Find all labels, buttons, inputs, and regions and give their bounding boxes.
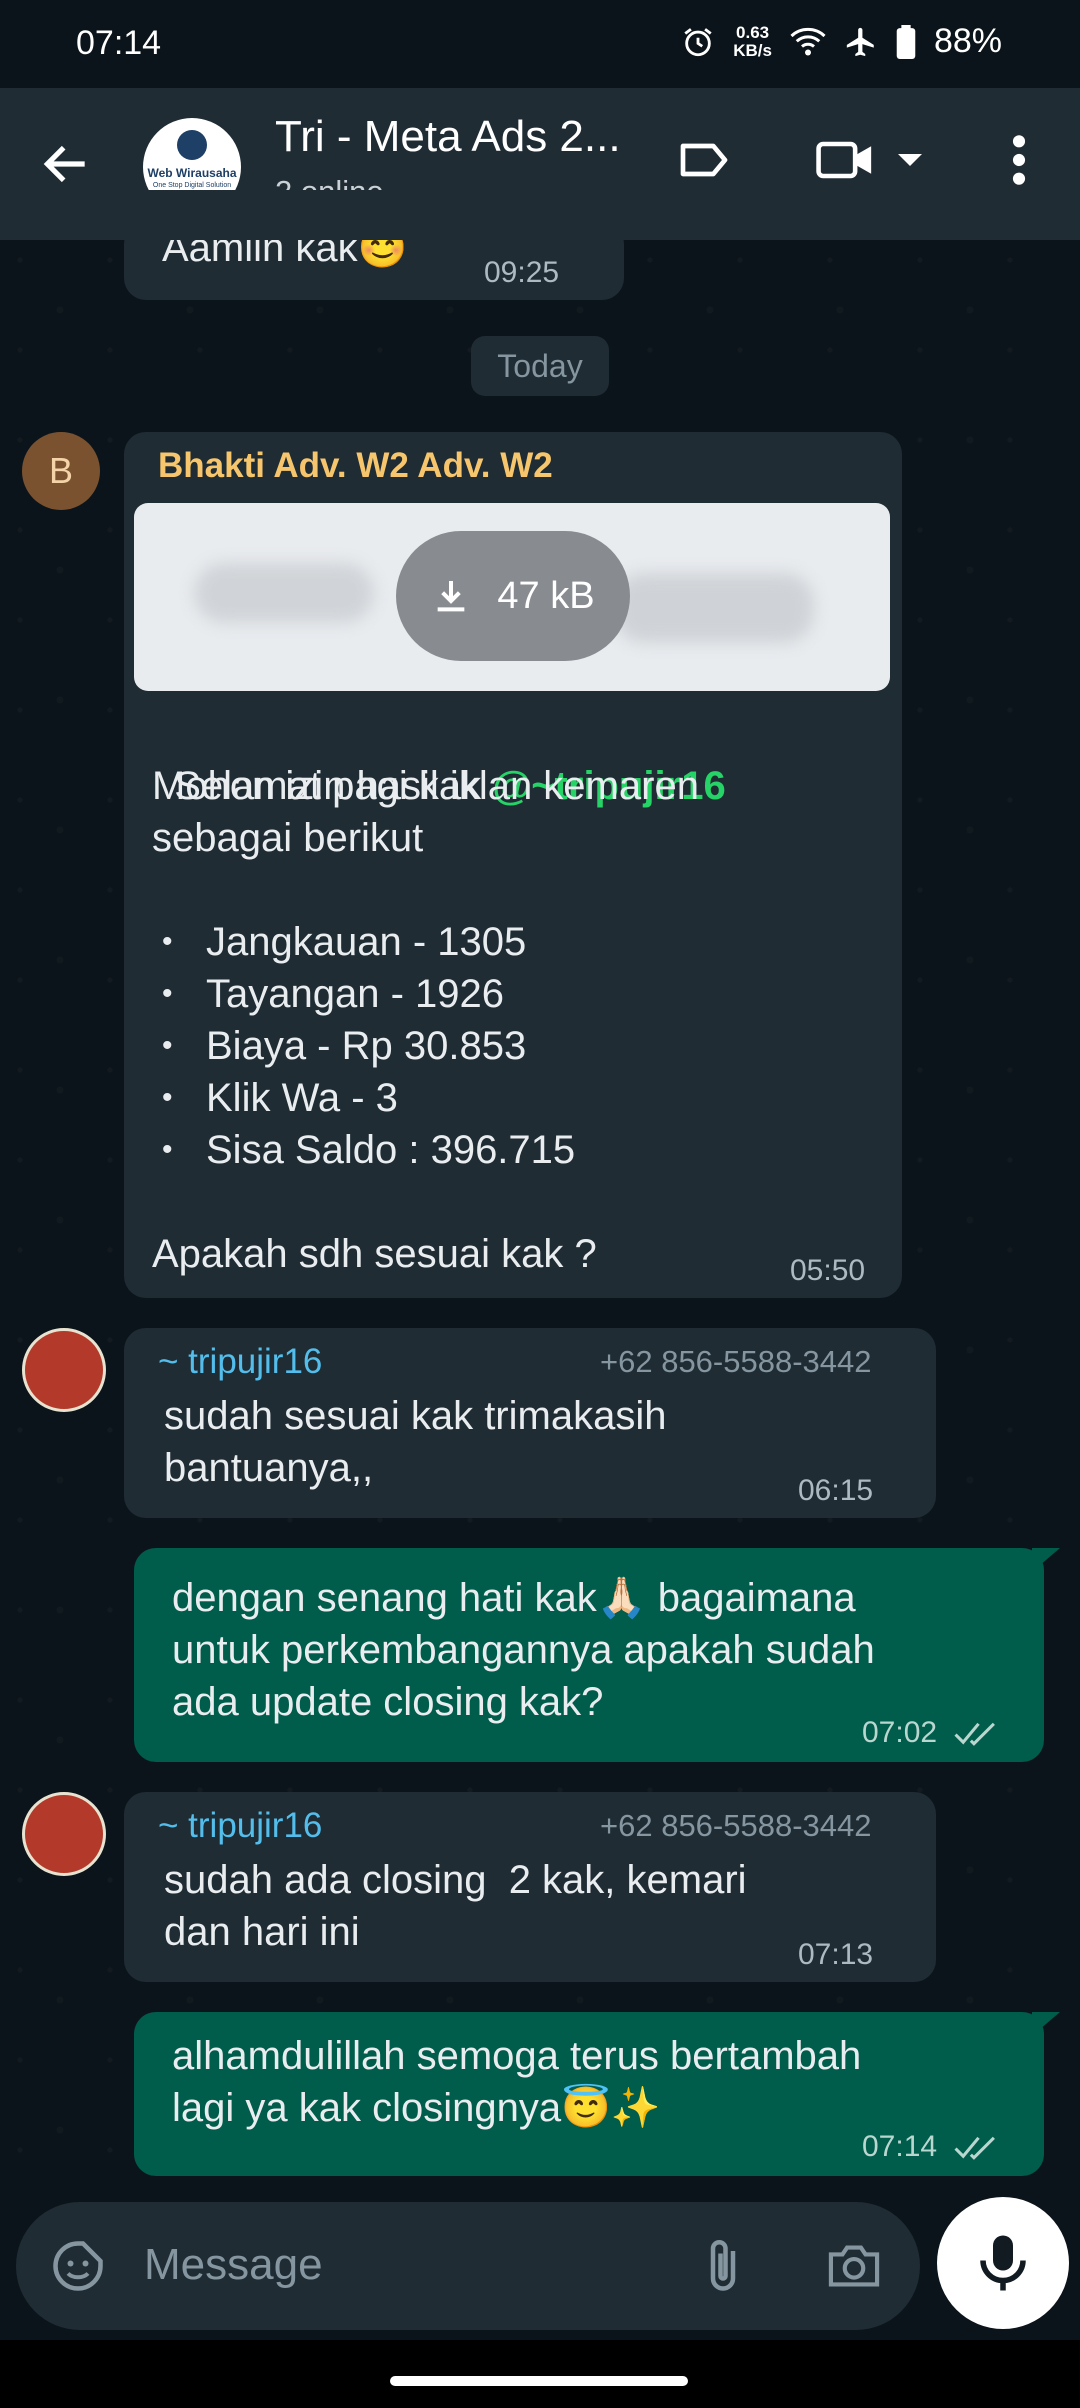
list-item: Biaya - Rp 30.853 <box>152 1020 852 1072</box>
emoji-sticker-icon[interactable] <box>48 2236 108 2296</box>
microphone-icon <box>980 2235 1026 2291</box>
message-text: sudah sesuai kak trimakasih bantuanya,, <box>164 1394 667 1490</box>
sender-phone: +62 856-5588-3442 <box>600 1344 872 1379</box>
message-text: Mohon izin hasil iklan kemaren sebagai b… <box>152 764 699 860</box>
sender-phone: +62 856-5588-3442 <box>600 1808 872 1843</box>
message-bubble[interactable]: dengan senang hati kak🙏🏻 bagaimana untuk… <box>134 1548 1044 1762</box>
message-time: 07:13 <box>798 1938 874 1971</box>
list-item: Sisa Saldo : 396.715 <box>152 1124 852 1176</box>
list-item: Klik Wa - 3 <box>152 1072 852 1124</box>
sender-name[interactable]: ~ tripujir16 <box>158 1806 322 1846</box>
message-time: 07:02 <box>862 1716 938 1749</box>
message-bubble[interactable]: ~ tripujir16 +62 856-5588-3442 sudah ada… <box>124 1792 936 1982</box>
list-item: Jangkauan - 1305 <box>152 916 852 968</box>
system-nav-bar <box>0 2340 1080 2408</box>
video-call-icon[interactable] <box>814 132 878 188</box>
sender-name[interactable]: Bhakti Adv. W2 Adv. W2 <box>158 446 553 486</box>
download-icon <box>438 581 465 612</box>
back-arrow-icon[interactable] <box>38 136 94 192</box>
sender-name[interactable]: ~ tripujir16 <box>158 1342 322 1382</box>
sender-avatar[interactable] <box>22 1328 106 1412</box>
sender-avatar[interactable]: B <box>22 432 100 510</box>
download-button[interactable]: 47 kB <box>396 531 630 661</box>
home-gesture-handle[interactable] <box>390 2376 688 2386</box>
header-bottom <box>0 190 1080 240</box>
sender-avatar[interactable] <box>22 1792 106 1876</box>
read-receipt-icon <box>954 2136 995 2160</box>
message-text: alhamdulillah semoga terus bertambah lag… <box>172 2034 862 2130</box>
message-text: Apakah sdh sesuai kak ? <box>152 1232 597 1276</box>
more-options-icon[interactable] <box>1004 132 1034 188</box>
bullet-list: Jangkauan - 1305 Tayangan - 1926 Biaya -… <box>152 916 852 1176</box>
alarm-icon <box>684 27 712 56</box>
bubble-tail <box>1032 1548 1060 1572</box>
voice-record-button[interactable] <box>937 2197 1069 2329</box>
attach-icon[interactable] <box>698 2236 748 2296</box>
camera-icon[interactable] <box>824 2238 884 2294</box>
status-time: 07:14 <box>76 24 162 62</box>
date-divider: Today <box>471 336 609 396</box>
message-bubble[interactable]: ~ tripujir16 +62 856-5588-3442 sudah ses… <box>124 1328 936 1518</box>
message-text: sudah ada closing 2 kak, kemari dan hari… <box>164 1858 747 1954</box>
read-receipt-icon <box>954 1722 995 1746</box>
message-time: 07:14 <box>862 2130 938 2163</box>
battery-percent: 88% <box>933 22 1002 60</box>
message-input[interactable]: Message <box>144 2240 323 2290</box>
bubble-tail <box>1032 2012 1060 2036</box>
message-bubble[interactable]: alhamdulillah semoga terus bertambah lag… <box>134 2012 1044 2176</box>
status-icons: 0.63 KB/s 88% <box>681 22 1002 61</box>
status-bar: 07:14 0.63 KB/s 88% <box>0 0 1080 88</box>
wifi-icon <box>790 27 826 55</box>
message-time: 05:50 <box>790 1254 866 1287</box>
chevron-down-icon[interactable] <box>896 150 924 170</box>
message-time: 06:15 <box>798 1474 874 1507</box>
battery-icon <box>896 24 916 59</box>
airplane-icon <box>846 27 874 56</box>
list-item: Tayangan - 1926 <box>152 968 852 1020</box>
net-speed: 0.63 KB/s <box>733 22 772 60</box>
chat-title[interactable]: Tri - Meta Ads 2... <box>275 112 621 162</box>
logo-icon <box>177 130 207 160</box>
message-text: dengan senang hati kak🙏🏻 bagaimana untuk… <box>172 1576 875 1724</box>
label-icon[interactable] <box>676 132 732 188</box>
message-composer[interactable]: Message <box>16 2202 920 2330</box>
